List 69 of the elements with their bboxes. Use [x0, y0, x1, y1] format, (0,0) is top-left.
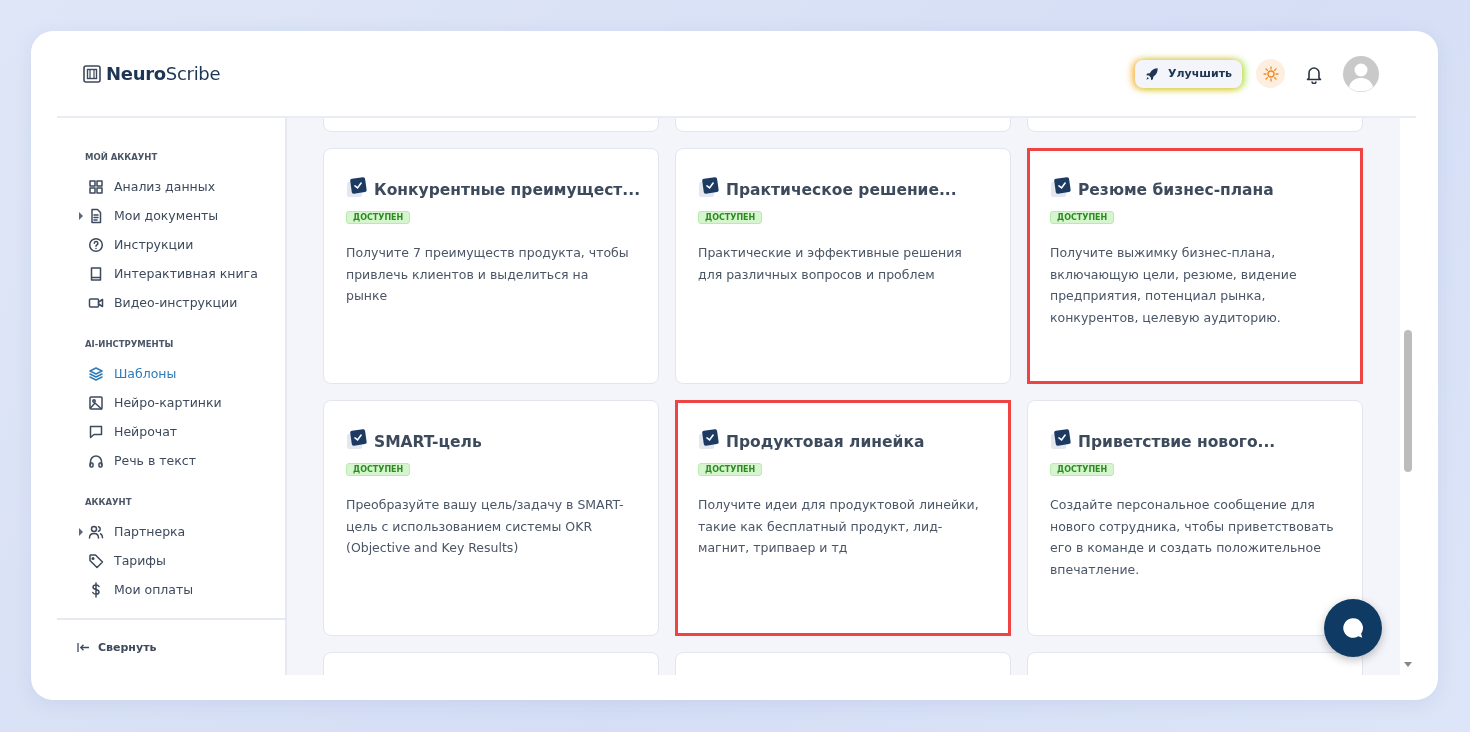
card-description: Практические и эффективные решения для различных вопросов и проблем	[698, 244, 963, 284]
sidebar-item[interactable]: Нейро-картинки	[79, 388, 285, 417]
card-title: Конкурентные преимущест...	[374, 181, 641, 199]
section-heading: AI-ИНСТРУМЕНТЫ	[85, 339, 175, 349]
book-icon	[88, 265, 104, 282]
template-card[interactable]: Резюме бизнес-плана ДОСТУПЕН Получите выжимку бизнес-плана, включающую цели, резюме, видение предприятия, потенциал рынка, конкурентов, целевую аудиторию.	[1027, 148, 1363, 384]
card-description: Получите выжимку бизнес-плана, включающую цели, резюме, видение предприятия, потенциал рынка, конкурентов, целевую аудиторию.	[1050, 244, 1298, 327]
caret-icon[interactable]	[79, 211, 83, 220]
collapse-button[interactable]: Свернуть	[77, 641, 157, 654]
sun-icon	[1262, 65, 1279, 82]
chat-icon	[88, 423, 104, 440]
grid-icon	[88, 178, 104, 195]
status-badge: ДОСТУПЕН	[1050, 211, 1115, 224]
template-card[interactable]: Практическое решение... ДОСТУПЕН Практические и эффективные решения для различных вопросов и проблем	[675, 148, 1011, 384]
checkbox-icon	[1050, 177, 1072, 199]
template-card[interactable]: Конкурентные преимущест... ДОСТУПЕН Получите 7 преимуществ продукта, чтобы привлечь клиентов и выделиться на рынке	[323, 148, 659, 384]
headphones-icon	[88, 452, 104, 469]
help-icon	[88, 236, 104, 253]
layers-icon	[88, 365, 104, 382]
sidebar-item[interactable]: Мои документы	[79, 201, 285, 230]
card-description: Преобразуйте вашу цель/задачу в SMART-цель с использованием системы OKR (Objective and Key Results)	[346, 496, 625, 557]
checkbox-icon	[346, 177, 368, 199]
upgrade-button[interactable]: Улучшить	[1135, 59, 1242, 88]
card-description: Создайте персональное сообщение для нового сотрудника, чтобы приветствовать его в команде и создать положительное впечатление.	[1050, 496, 1334, 579]
section-heading: МОЙ АККАУНТ	[85, 152, 159, 162]
checkbox-icon	[1050, 429, 1072, 451]
template-card[interactable]: SMART-цель ДОСТУПЕН Преобразуйте вашу цель/задачу в SMART-цель с использованием системы OKR (Objective and Key Results)	[323, 400, 659, 636]
image-icon	[88, 394, 104, 411]
chat-bubble-icon	[1340, 615, 1366, 641]
card-title: Приветствие нового...	[1078, 433, 1276, 451]
status-badge: ДОСТУПЕН	[346, 463, 411, 476]
template-card[interactable]: Продуктовая линейка ДОСТУПЕН Получите идеи для продуктовой линейки, такие как бесплатный продукт, лид-магнит, трипваер и тд	[675, 400, 1011, 636]
card-title: Продуктовая линейка	[726, 433, 925, 451]
section-heading: АККАУНТ	[85, 497, 133, 507]
status-badge: ДОСТУПЕН	[698, 211, 763, 224]
card-title: SMART-цель	[374, 433, 482, 451]
card-title: Резюме бизнес-плана	[1078, 181, 1274, 199]
scrollbar-thumb[interactable]	[1404, 330, 1412, 472]
status-badge: ДОСТУПЕН	[1050, 463, 1115, 476]
caret-icon[interactable]	[79, 527, 83, 536]
sidebar-item[interactable]: Партнерка	[79, 517, 285, 546]
sidebar-item[interactable]: Видео-инструкции	[79, 288, 285, 317]
collapse-icon	[77, 642, 90, 653]
logo-text[interactable]: NeuroScribe	[106, 63, 221, 84]
scroll-down-icon[interactable]	[1404, 662, 1412, 667]
rocket-icon	[1145, 66, 1159, 81]
template-card[interactable]: Приветствие нового... ДОСТУПЕН Создайте персональное сообщение для нового сотрудника, чтобы приветствовать его в команде и создать положительное впечатление.	[1027, 400, 1363, 636]
checkbox-icon	[346, 429, 368, 451]
checkbox-icon	[698, 429, 720, 451]
logo-icon	[83, 64, 101, 83]
sidebar-item[interactable]: Нейрочат	[79, 417, 285, 446]
document-icon	[88, 207, 104, 224]
sidebar-item[interactable]: Интерактивная книга	[79, 259, 285, 288]
sidebar-item[interactable]: Анализ данных	[79, 172, 285, 201]
checkbox-icon	[698, 177, 720, 199]
card-description: Получите идеи для продуктовой линейки, такие как бесплатный продукт, лид-магнит, трипваер и тд	[698, 496, 980, 557]
sidebar-item[interactable]: Речь в текст	[79, 446, 285, 475]
chat-button[interactable]	[1324, 599, 1382, 657]
sidebar-item[interactable]: Шаблоны	[79, 359, 285, 388]
card-description: Получите 7 преимуществ продукта, чтобы привлечь клиентов и выделиться на рынке	[346, 244, 630, 305]
sidebar-item[interactable]: Мои оплаты	[79, 575, 285, 604]
sidebar-item[interactable]: Инструкции	[79, 230, 285, 259]
status-badge: ДОСТУПЕН	[346, 211, 411, 224]
tag-icon	[88, 552, 104, 569]
users-icon	[88, 523, 104, 540]
theme-toggle-button[interactable]	[1256, 59, 1285, 88]
card-title: Практическое решение...	[726, 181, 957, 199]
sidebar-item[interactable]: Тарифы	[79, 546, 285, 575]
status-badge: ДОСТУПЕН	[698, 463, 763, 476]
